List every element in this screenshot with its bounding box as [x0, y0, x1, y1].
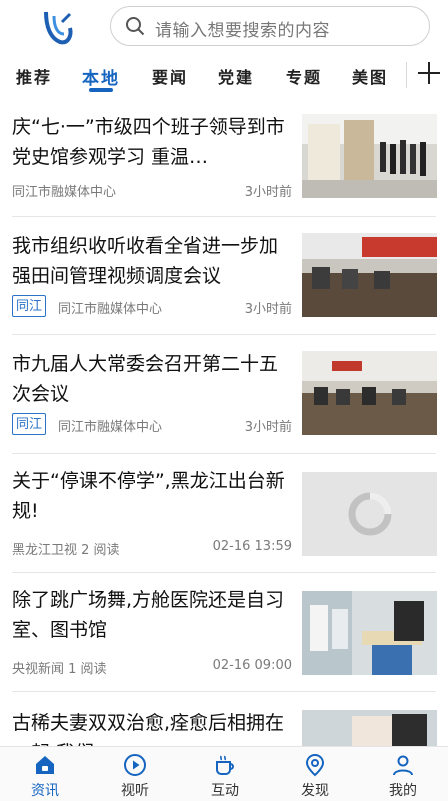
search-icon [126, 17, 145, 36]
news-time: 3小时前 [244, 185, 292, 200]
news-title[interactable]: 我市组织收听收看全省进一步加强田间管理视频调度会议 [12, 231, 290, 291]
category-tabs: 推荐 本地 要闻 党建 专题 美图 [0, 56, 448, 98]
tab-special[interactable]: 专题 [286, 64, 322, 88]
nav-label: 资讯 [31, 783, 59, 799]
region-tag: 同江 [12, 295, 46, 317]
news-source: 央视新闻 1 阅读 [12, 662, 107, 677]
nav-label: 发现 [301, 783, 329, 799]
play-icon [124, 754, 146, 776]
news-time: 02-16 13:59 [212, 539, 292, 554]
user-icon [393, 755, 413, 776]
news-item[interactable]: 我市组织收听收看全省进一步加强田间管理视频调度会议 同江 同江市融媒体中心 3小… [0, 217, 448, 334]
news-time: 02-16 09:00 [212, 658, 292, 673]
loading-thumbnail[interactable] [302, 472, 437, 556]
news-source: 同江市融媒体中心 [58, 302, 163, 317]
tab-local[interactable]: 本地 [82, 64, 120, 89]
news-title[interactable]: 庆“七·一”市级四个班子领导到市党史馆参观学习 重温… [12, 112, 290, 172]
location-icon [305, 753, 325, 777]
tab-recommend[interactable]: 推荐 [16, 64, 52, 88]
nav-interact[interactable]: 互动 [180, 747, 270, 801]
news-thumbnail[interactable] [302, 710, 437, 746]
nav-label: 我的 [389, 783, 417, 799]
news-meta: 央视新闻 1 阅读 02-16 09:00 [12, 655, 292, 679]
news-item[interactable]: 关于“停课不停学”,黑龙江出台新规! 黑龙江卫视 2 阅读 02-16 13:5… [0, 454, 448, 572]
nav-label: 互动 [211, 783, 239, 799]
app-logo [44, 11, 73, 45]
cup-icon [216, 755, 234, 775]
bottom-navigation: 资讯 视听 互动 发现 我的 [0, 746, 448, 801]
news-thumbnail[interactable] [302, 591, 437, 675]
home-icon [36, 756, 54, 774]
news-time: 3小时前 [244, 302, 292, 317]
nav-news[interactable]: 资讯 [0, 747, 90, 801]
nav-media[interactable]: 视听 [90, 747, 180, 801]
news-thumbnail[interactable] [302, 233, 437, 317]
news-title[interactable]: 除了跳广场舞,方舱医院还是自习室、图书馆 [12, 585, 290, 645]
news-time: 3小时前 [244, 420, 292, 435]
active-tab-indicator [89, 88, 113, 92]
search-placeholder: 请输入想要搜索的内容 [155, 21, 330, 41]
news-source: 黑龙江卫视 2 阅读 [12, 543, 120, 558]
news-title[interactable]: 古稀夫妻双双治愈,痊愈后相拥在一起 我们… [12, 708, 290, 746]
nav-label: 视听 [121, 783, 149, 799]
news-thumbnail[interactable] [302, 114, 437, 198]
news-source: 同江市融媒体中心 [12, 185, 117, 200]
tab-party[interactable]: 党建 [218, 64, 254, 88]
app-header: 请输入想要搜索的内容 [0, 0, 448, 56]
news-item[interactable]: 庆“七·一”市级四个班子领导到市党史馆参观学习 重温… 同江市融媒体中心 3小时… [0, 98, 448, 216]
add-channel-icon[interactable] [416, 60, 442, 86]
news-title[interactable]: 市九届人大常委会召开第二十五次会议 [12, 349, 290, 409]
nav-profile[interactable]: 我的 [358, 747, 448, 801]
news-thumbnail[interactable] [302, 351, 437, 435]
news-meta: 同江 同江市融媒体中心 3小时前 [12, 413, 292, 437]
news-item[interactable]: 除了跳广场舞,方舱医院还是自习室、图书馆 央视新闻 1 阅读 02-16 09:… [0, 573, 448, 691]
news-title[interactable]: 关于“停课不停学”,黑龙江出台新规! [12, 466, 290, 526]
news-item[interactable]: 市九届人大常委会召开第二十五次会议 同江 同江市融媒体中心 3小时前 [0, 335, 448, 453]
news-item[interactable]: 古稀夫妻双双治愈,痊愈后相拥在一起 我们… [0, 692, 448, 746]
tab-divider [406, 62, 407, 88]
news-meta: 黑龙江卫视 2 阅读 02-16 13:59 [12, 536, 292, 560]
news-meta: 同江市融媒体中心 3小时前 [12, 178, 292, 202]
nav-discover[interactable]: 发现 [270, 747, 360, 801]
region-tag: 同江 [12, 413, 46, 435]
news-meta: 同江 同江市融媒体中心 3小时前 [12, 295, 292, 319]
news-source: 同江市融媒体中心 [58, 420, 163, 435]
search-bar[interactable]: 请输入想要搜索的内容 [110, 6, 430, 46]
tab-headlines[interactable]: 要闻 [152, 64, 188, 88]
tab-gallery[interactable]: 美图 [352, 64, 388, 88]
